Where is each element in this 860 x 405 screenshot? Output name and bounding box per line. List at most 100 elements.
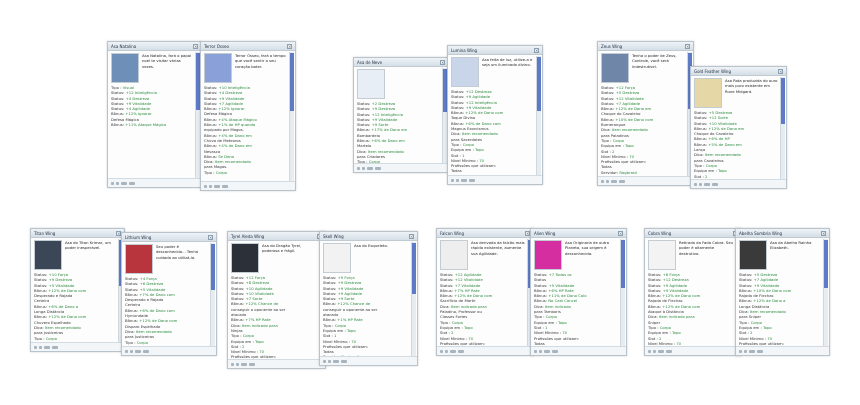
footer-button-icon[interactable] [458, 349, 464, 353]
close-icon[interactable]: × [287, 43, 292, 49]
close-icon[interactable]: × [409, 233, 414, 239]
footer-button-icon[interactable] [739, 349, 742, 353]
footer-button-icon[interactable] [222, 184, 228, 188]
footer-button-icon[interactable] [445, 349, 448, 353]
footer-button-icon[interactable] [333, 359, 339, 363]
footer-button-icon[interactable] [552, 349, 558, 353]
footer-button-icon[interactable] [666, 349, 672, 353]
footer-button-icon[interactable] [539, 349, 542, 353]
footer-button-icon[interactable] [469, 178, 475, 182]
scrollbar[interactable] [289, 52, 294, 181]
footer-button-icon[interactable] [236, 362, 239, 366]
footer-button-icon[interactable] [375, 166, 381, 170]
scrollbar[interactable] [780, 77, 785, 179]
footer-button-icon[interactable] [653, 349, 656, 353]
title-bar[interactable]: Cobra Wing× [645, 229, 741, 238]
footer-button-icon[interactable] [658, 349, 664, 353]
footer-button-icon[interactable] [757, 349, 763, 353]
stat-value: +17% de Dano em [371, 127, 408, 133]
close-icon[interactable]: × [821, 230, 826, 236]
footer-button-icon[interactable] [357, 166, 360, 170]
footer-button-icon[interactable] [619, 179, 625, 183]
scrollbar[interactable] [411, 242, 416, 356]
title-bar[interactable]: Titan Wing × [31, 229, 124, 238]
footer-button-icon[interactable] [129, 181, 135, 185]
stat-key: Bônus: [125, 307, 140, 313]
footer-button-icon[interactable] [451, 178, 454, 182]
scrollbar[interactable] [823, 239, 828, 346]
title-bar[interactable]: Tyrel Aleda Wing× [228, 232, 325, 241]
title-bar[interactable]: Abelha Sombria Wing × [736, 229, 829, 238]
scroll-thumb[interactable] [211, 244, 215, 291]
scroll-thumb[interactable] [412, 243, 416, 295]
close-icon[interactable]: × [193, 43, 198, 49]
footer-button-icon[interactable] [601, 179, 604, 183]
scrollbar[interactable] [536, 56, 541, 175]
scroll-thumb[interactable] [824, 240, 828, 289]
footer-button-icon[interactable] [544, 349, 550, 353]
footer-button-icon[interactable] [367, 166, 373, 170]
scroll-thumb[interactable] [621, 240, 625, 289]
scroll-thumb[interactable] [537, 57, 541, 111]
footer-button-icon[interactable] [231, 362, 234, 366]
footer-button-icon[interactable] [39, 345, 42, 349]
footer-button-icon[interactable] [606, 179, 609, 183]
footer-button-icon[interactable] [749, 349, 755, 353]
footer-button-icon[interactable] [52, 345, 58, 349]
footer-button-icon[interactable] [704, 182, 710, 186]
footer-button-icon[interactable] [461, 178, 467, 182]
footer-button-icon[interactable] [111, 181, 114, 185]
footer-button-icon[interactable] [456, 178, 459, 182]
title-bar[interactable]: Lumina Wing × [448, 46, 542, 55]
stat-key: Status: [739, 277, 754, 283]
footer-button-icon[interactable] [534, 349, 537, 353]
footer-button-icon[interactable] [744, 349, 747, 353]
title-bar[interactable]: Terror Ósseo × [201, 42, 295, 51]
footer-button-icon[interactable] [694, 182, 697, 186]
close-icon[interactable]: × [778, 68, 783, 74]
footer-button-icon[interactable] [241, 362, 247, 366]
title-bar[interactable]: Alien Wing × [531, 229, 626, 238]
title-bar[interactable]: Skoll Wing × [320, 232, 417, 241]
footer-button-icon[interactable] [323, 359, 326, 363]
scrollbar[interactable] [620, 239, 625, 346]
footer-button-icon[interactable] [143, 349, 149, 353]
footer-button-icon[interactable] [214, 184, 220, 188]
footer-button-icon[interactable] [121, 181, 127, 185]
title-bar[interactable]: Lithium Wing × [122, 233, 216, 242]
scrollbar[interactable] [210, 243, 215, 346]
close-icon[interactable]: × [534, 47, 539, 53]
footer-button-icon[interactable] [116, 181, 119, 185]
footer-button-icon[interactable] [204, 184, 207, 188]
title-bar[interactable]: Falcon Wing × [437, 229, 533, 238]
footer-button-icon[interactable] [362, 166, 365, 170]
footer-button-icon[interactable] [125, 349, 128, 353]
footer-button-icon[interactable] [130, 349, 133, 353]
title-bar[interactable]: Asa Natalina × [108, 42, 201, 51]
scroll-thumb[interactable] [781, 78, 785, 124]
footer-button-icon[interactable] [611, 179, 617, 183]
footer-button-icon[interactable] [135, 349, 141, 353]
close-icon[interactable]: × [618, 230, 623, 236]
footer-button-icon[interactable] [249, 362, 255, 366]
title-bar[interactable]: Zeus Wing × [598, 42, 693, 51]
close-icon[interactable]: × [440, 59, 445, 65]
footer-button-icon[interactable] [209, 184, 212, 188]
title-bar[interactable]: Gold Feather Wing × [691, 67, 786, 76]
footer-button-icon[interactable] [440, 349, 443, 353]
footer-button-icon[interactable] [450, 349, 456, 353]
footer-button-icon[interactable] [699, 182, 702, 186]
title-bar[interactable]: Asa de Neve × [354, 58, 448, 67]
close-icon[interactable]: × [208, 234, 213, 240]
scroll-thumb[interactable] [290, 53, 294, 112]
stat-key: Status: [357, 111, 372, 117]
close-icon[interactable]: × [685, 43, 690, 49]
stat-value: Topo [474, 147, 484, 153]
footer-button-icon[interactable] [341, 359, 347, 363]
footer-button-icon[interactable] [712, 182, 718, 186]
footer-button-icon[interactable] [648, 349, 651, 353]
stat-key: Rajada de Flechas [739, 293, 774, 299]
footer-button-icon[interactable] [34, 345, 37, 349]
footer-button-icon[interactable] [44, 345, 50, 349]
footer-button-icon[interactable] [328, 359, 331, 363]
